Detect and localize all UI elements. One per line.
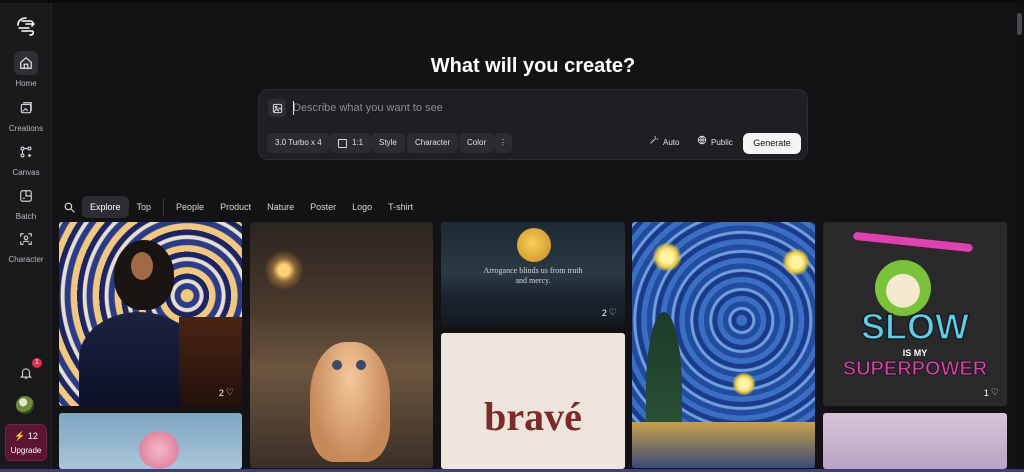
star-swirl (652, 242, 682, 272)
like-count: 2 (601, 307, 607, 318)
flower (139, 431, 179, 469)
sidebar-item-label: Creations (8, 124, 44, 133)
app-logo-icon[interactable] (14, 15, 38, 39)
character-icon (14, 227, 38, 251)
star-swirl (732, 372, 756, 396)
sidebar-item-label: Character (8, 255, 44, 264)
top-border (0, 0, 1024, 3)
sidebar-item-home[interactable]: Home (0, 51, 52, 88)
heart-icon: ♡ (990, 387, 999, 397)
page-title: What will you create? (430, 55, 636, 77)
notification-badge: 1 (32, 358, 42, 368)
credits-count: ⚡ 12 (6, 431, 46, 442)
gallery-image-pianist[interactable]: 2 ♡ (59, 222, 242, 406)
village (632, 422, 815, 468)
sloth-text-superpower: SUPERPOWER (842, 358, 988, 381)
magic-wand-icon (649, 133, 659, 153)
pianist-face (131, 252, 153, 280)
kitten-body (310, 342, 390, 462)
aspect-ratio-icon (338, 138, 347, 148)
upgrade-button[interactable]: ⚡ 12 Upgrade (5, 424, 47, 461)
home-icon (14, 51, 38, 75)
moon-quote: Arrogance blinds us from truth and mercy… (483, 266, 583, 285)
gallery-image-pastel[interactable] (823, 413, 1007, 469)
sidebar-item-character[interactable]: Character (0, 227, 52, 264)
prompt-box: 3.0 Turbo x 4 1:1 Style Character Color … (258, 89, 808, 160)
like-counter[interactable]: 2 ♡ (219, 387, 234, 398)
gallery-image-sloth[interactable]: SLOW IS MY SUPERPOWER 1 ♡ (823, 222, 1007, 406)
gallery-image-flowers[interactable] (59, 413, 242, 469)
sloth-text-is-my: IS MY (902, 348, 928, 358)
app-root: Home Creations Canvas Batch Character 1 … (0, 0, 1024, 472)
brave-wordmark: bravé (484, 394, 582, 439)
sidebar-item-batch[interactable]: Batch (0, 184, 52, 221)
kitten-eye-left (332, 360, 342, 370)
bolt-icon: ⚡ (14, 431, 26, 441)
heart-icon: ♡ (225, 387, 234, 397)
credits-value: 12 (27, 431, 38, 441)
branch (852, 231, 974, 253)
star-swirl (782, 248, 810, 276)
sidebar: Home Creations Canvas Batch Character 1 … (0, 3, 52, 469)
tab-product[interactable]: Product (212, 196, 259, 218)
heart-icon: ♡ (608, 307, 617, 317)
like-counter[interactable]: 2 ♡ (602, 307, 617, 318)
globe-icon (697, 133, 707, 153)
like-count: 2 (218, 387, 224, 398)
gallery-image-kitten[interactable] (250, 222, 433, 468)
moon (517, 228, 551, 262)
image-upload-icon[interactable] (268, 99, 286, 117)
character-selector[interactable]: Character (407, 133, 459, 153)
avatar[interactable] (16, 396, 34, 414)
tab-top[interactable]: Top (129, 196, 160, 218)
prompt-input[interactable] (293, 99, 793, 117)
aspect-ratio-selector[interactable]: 1:1 (330, 133, 372, 153)
tab-nature[interactable]: Nature (259, 196, 302, 218)
filter-bar: Explore Top People Product Nature Poster… (58, 196, 421, 218)
sidebar-item-label: Home (15, 79, 37, 88)
kitten-eye-right (356, 360, 366, 370)
gallery-image-brave-logo[interactable]: bravé (441, 333, 625, 469)
canvas-icon (14, 140, 38, 164)
search-icon[interactable] (58, 196, 80, 218)
auto-label: Auto (663, 138, 680, 147)
generate-button[interactable]: Generate (743, 133, 801, 154)
aspect-ratio-label: 1:1 (352, 138, 364, 147)
color-selector[interactable]: Color (459, 133, 495, 153)
lamp-glow (264, 250, 304, 290)
tab-people[interactable]: People (168, 196, 212, 218)
divider (163, 198, 165, 216)
scrollbar-thumb[interactable] (1017, 13, 1022, 35)
upgrade-label: Upgrade (10, 446, 42, 455)
sidebar-item-label: Batch (15, 212, 37, 221)
visibility-toggle[interactable]: Public (693, 133, 737, 153)
text-caret (293, 101, 294, 115)
auto-toggle[interactable]: Auto (645, 133, 683, 153)
gallery-image-moon[interactable]: Arrogance blinds us from truth and mercy… (441, 222, 625, 326)
gallery-image-starry-night[interactable] (632, 222, 815, 468)
images-icon (14, 96, 38, 120)
style-selector[interactable]: Style (371, 133, 405, 153)
tab-poster[interactable]: Poster (302, 196, 344, 218)
like-counter[interactable]: 1 ♡ (984, 387, 999, 398)
sidebar-item-label: Canvas (12, 168, 40, 177)
tab-explore[interactable]: Explore (82, 196, 129, 218)
sloth-text-slow: SLOW (860, 305, 969, 348)
visibility-label: Public (711, 138, 733, 147)
like-count: 1 (983, 387, 989, 398)
batch-icon (14, 184, 38, 208)
tab-tshirt[interactable]: T-shirt (380, 196, 421, 218)
sidebar-item-canvas[interactable]: Canvas (0, 140, 52, 177)
sidebar-item-creations[interactable]: Creations (0, 96, 52, 133)
tab-logo[interactable]: Logo (344, 196, 380, 218)
model-selector[interactable]: 3.0 Turbo x 4 (267, 133, 330, 153)
more-options-icon[interactable]: ⋮ (494, 133, 512, 153)
scrollbar[interactable] (1014, 3, 1024, 469)
